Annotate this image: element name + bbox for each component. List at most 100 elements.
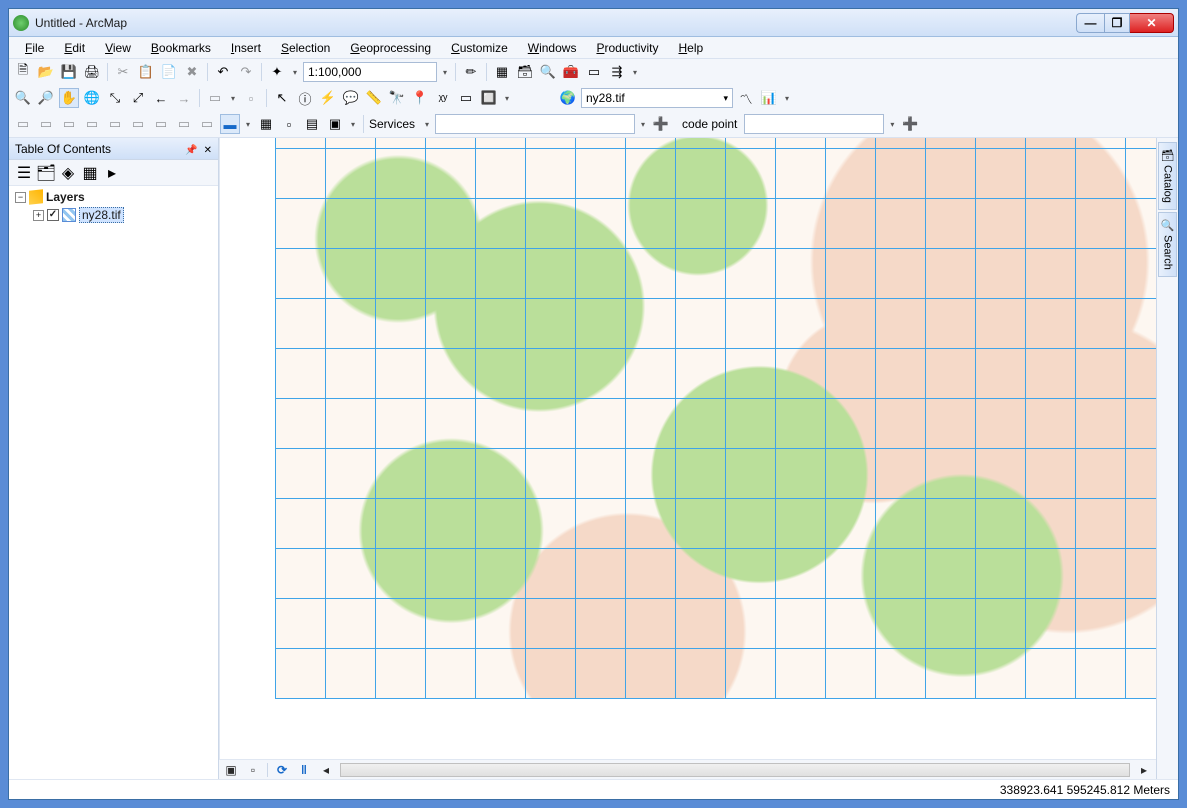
copy-button[interactable]: 📋 bbox=[136, 62, 156, 82]
scroll-right-button[interactable]: ▸ bbox=[1136, 762, 1152, 778]
active-tool-dd[interactable]: ▾ bbox=[243, 114, 253, 134]
editor-toolbar-button[interactable]: ✏ bbox=[461, 62, 481, 82]
delete-button[interactable]: ✖ bbox=[182, 62, 202, 82]
list-by-selection-button[interactable]: ▦ bbox=[81, 164, 99, 182]
catalog-button[interactable]: 🗃 bbox=[515, 62, 535, 82]
menu-edit[interactable]: Edit bbox=[54, 39, 95, 57]
list-by-drawing-order-button[interactable]: ☰ bbox=[15, 164, 33, 182]
next-extent-button[interactable]: → bbox=[174, 88, 194, 108]
close-button[interactable]: ✕ bbox=[1130, 13, 1174, 33]
misc-snap[interactable]: ▫ bbox=[279, 114, 299, 134]
edit-tool7[interactable]: ▭ bbox=[151, 114, 171, 134]
select-dropdown[interactable]: ▾ bbox=[228, 88, 238, 108]
open-button[interactable]: 📂 bbox=[36, 62, 56, 82]
cp-dd[interactable]: ▾ bbox=[887, 114, 897, 134]
services-combo[interactable] bbox=[435, 114, 635, 134]
cut-button[interactable]: ✂ bbox=[113, 62, 133, 82]
svc-add-button[interactable]: ➕ bbox=[651, 114, 671, 134]
menu-windows[interactable]: Windows bbox=[518, 39, 587, 57]
tools-overflow[interactable]: ▾ bbox=[502, 88, 512, 108]
layers-node[interactable]: − Layers bbox=[11, 190, 216, 204]
zoom-in-button[interactable]: 🔍 bbox=[13, 88, 33, 108]
edit-tool4[interactable]: ▭ bbox=[82, 114, 102, 134]
add-data-dropdown[interactable]: ▾ bbox=[290, 62, 300, 82]
redo-button[interactable]: ↷ bbox=[236, 62, 256, 82]
visibility-checkbox[interactable]: ✓ bbox=[47, 209, 59, 221]
pin-button[interactable] bbox=[185, 142, 197, 156]
edit-tool[interactable]: ▭ bbox=[13, 114, 33, 134]
select-features-button[interactable]: ▭ bbox=[205, 88, 225, 108]
menu-customize[interactable]: Customize bbox=[441, 39, 518, 57]
minimize-button[interactable]: — bbox=[1076, 13, 1104, 33]
scroll-left-button[interactable]: ◂ bbox=[318, 762, 334, 778]
misc-grid[interactable]: ▦ bbox=[256, 114, 276, 134]
edit-tool3[interactable]: ▭ bbox=[59, 114, 79, 134]
fixed-zoom-out-button[interactable]: ⤢ bbox=[128, 88, 148, 108]
maximize-button[interactable]: ❐ bbox=[1104, 13, 1130, 33]
cp-add-button[interactable]: ➕ bbox=[900, 114, 920, 134]
modelbuilder-button[interactable]: ⇶ bbox=[607, 62, 627, 82]
pause-button[interactable]: ‖ bbox=[296, 762, 312, 778]
menu-bookmarks[interactable]: Bookmarks bbox=[141, 39, 221, 57]
go-to-xy-button[interactable]: ᵡʸ bbox=[433, 88, 453, 108]
edit-tool8[interactable]: ▭ bbox=[174, 114, 194, 134]
menu-geoprocessing[interactable]: Geoprocessing bbox=[340, 39, 441, 57]
measure-button[interactable]: 📏 bbox=[364, 88, 384, 108]
clear-selected-button[interactable]: ▫ bbox=[241, 88, 261, 108]
layout-view-button[interactable]: ▫ bbox=[245, 762, 261, 778]
paste-button[interactable]: 📄 bbox=[159, 62, 179, 82]
menu-view[interactable]: View bbox=[95, 39, 141, 57]
misc-opt[interactable]: ▤ bbox=[302, 114, 322, 134]
viewer-button[interactable]: 🔲 bbox=[479, 88, 499, 108]
options-button[interactable]: ▸ bbox=[103, 164, 121, 182]
edit-tool2[interactable]: ▭ bbox=[36, 114, 56, 134]
misc-opt2[interactable]: ▣ bbox=[325, 114, 345, 134]
menu-help[interactable]: Help bbox=[669, 39, 714, 57]
layer-combo[interactable]: ny28.tif ▾ bbox=[581, 88, 733, 108]
effects-overflow[interactable]: ▾ bbox=[782, 88, 792, 108]
find-button[interactable]: 🔭 bbox=[387, 88, 407, 108]
effects-swipe-button[interactable]: 〽 bbox=[736, 88, 756, 108]
active-tool[interactable]: ▬ bbox=[220, 114, 240, 134]
close-panel-button[interactable] bbox=[204, 142, 212, 156]
time-slider-button[interactable]: ▭ bbox=[456, 88, 476, 108]
save-button[interactable]: 💾 bbox=[59, 62, 79, 82]
print-button[interactable]: 🖨 bbox=[82, 62, 102, 82]
menu-insert[interactable]: Insert bbox=[221, 39, 271, 57]
find-route-button[interactable]: 📍 bbox=[410, 88, 430, 108]
expand-toggle[interactable]: + bbox=[33, 210, 44, 221]
codepoint-combo[interactable] bbox=[744, 114, 884, 134]
fixed-zoom-in-button[interactable]: ⤡ bbox=[105, 88, 125, 108]
add-data-button[interactable]: ✦ bbox=[267, 62, 287, 82]
scale-combo[interactable] bbox=[303, 62, 437, 82]
catalog-tab[interactable]: 🗃Catalog bbox=[1158, 142, 1178, 210]
search-tab[interactable]: 🔍Search bbox=[1158, 212, 1178, 277]
data-view-button[interactable]: ▣ bbox=[223, 762, 239, 778]
search-window-button[interactable]: 🔍 bbox=[538, 62, 558, 82]
undo-button[interactable]: ↶ bbox=[213, 62, 233, 82]
pan-button[interactable]: ✋ bbox=[59, 88, 79, 108]
select-elements-button[interactable]: ↖ bbox=[272, 88, 292, 108]
collapse-toggle[interactable]: − bbox=[15, 192, 26, 203]
hyperlink-button[interactable]: ⚡ bbox=[318, 88, 338, 108]
map-view[interactable] bbox=[219, 138, 1156, 759]
layer-item[interactable]: + ✓ ny28.tif bbox=[11, 207, 216, 223]
toc-button[interactable]: ▦ bbox=[492, 62, 512, 82]
toolbox-button[interactable]: 🧰 bbox=[561, 62, 581, 82]
h-scrollbar[interactable] bbox=[340, 763, 1130, 777]
menu-productivity[interactable]: Productivity bbox=[586, 39, 668, 57]
edit-tool5[interactable]: ▭ bbox=[105, 114, 125, 134]
effects-histo-button[interactable]: 📊 bbox=[759, 88, 779, 108]
full-extent-button[interactable]: 🌐 bbox=[82, 88, 102, 108]
identify-button[interactable]: ⓘ bbox=[295, 88, 315, 108]
python-button[interactable]: ▭ bbox=[584, 62, 604, 82]
list-by-source-button[interactable]: 🗂 bbox=[37, 164, 55, 182]
svc-dd[interactable]: ▾ bbox=[638, 114, 648, 134]
menu-selection[interactable]: Selection bbox=[271, 39, 340, 57]
menu-file[interactable]: File bbox=[15, 39, 54, 57]
refresh-button[interactable]: ⟳ bbox=[274, 762, 290, 778]
misc-overflow[interactable]: ▾ bbox=[348, 114, 358, 134]
edit-tool6[interactable]: ▭ bbox=[128, 114, 148, 134]
prev-extent-button[interactable]: ← bbox=[151, 88, 171, 108]
scale-dropdown[interactable]: ▾ bbox=[440, 62, 450, 82]
